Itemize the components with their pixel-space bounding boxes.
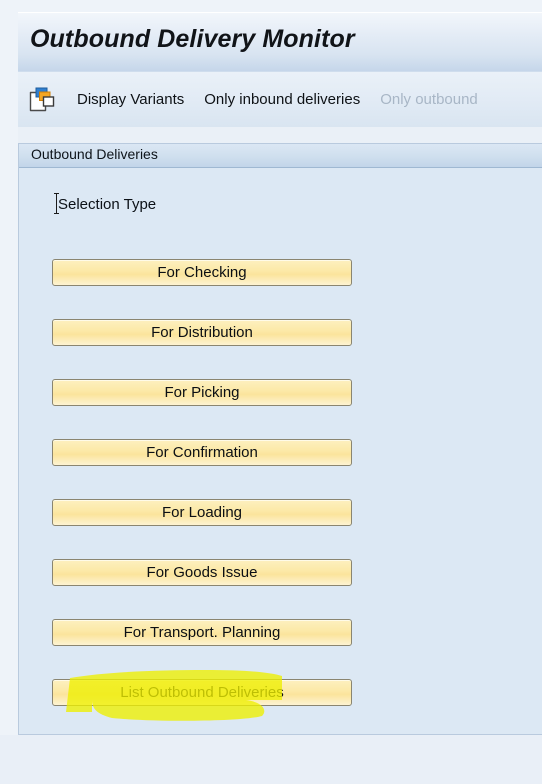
tab-outbound-deliveries[interactable]: Outbound Deliveries [31,146,158,162]
display-variants-icon[interactable] [27,85,57,115]
outbound-deliveries-panel: Outbound Deliveries Selection Type For C… [18,143,542,735]
panel-body: Selection Type For Checking For Distribu… [19,168,542,734]
panel-tab-bar: Outbound Deliveries [19,144,542,168]
application-window: Outbound Delivery Monitor Display Varian… [0,0,542,784]
toolbar-item-only-outbound: Only outbound [380,91,478,108]
toolbar: Display Variants Only inbound deliveries… [18,71,542,127]
button-for-picking[interactable]: For Picking [52,379,352,406]
button-list-outbound-deliveries[interactable]: List Outbound Deliveries [52,679,352,706]
window-left-gutter [0,0,18,784]
button-for-goods-issue[interactable]: For Goods Issue [52,559,352,586]
button-for-checking[interactable]: For Checking [52,259,352,286]
text-cursor-caret [54,193,59,214]
button-for-transport-planning[interactable]: For Transport. Planning [52,619,352,646]
button-for-distribution[interactable]: For Distribution [52,319,352,346]
window-top-gutter [0,0,542,12]
button-for-loading[interactable]: For Loading [52,499,352,526]
toolbar-item-display-variants[interactable]: Display Variants [67,91,194,108]
window-bottom-area [0,735,542,784]
window-title-bar: Outbound Delivery Monitor [18,12,542,71]
toolbar-item-only-inbound-deliveries[interactable]: Only inbound deliveries [194,91,370,108]
page-title: Outbound Delivery Monitor [30,25,355,53]
button-for-confirmation[interactable]: For Confirmation [52,439,352,466]
section-label-selection-type: Selection Type [58,196,157,213]
selection-type-button-stack: For Checking For Distribution For Pickin… [52,259,352,706]
